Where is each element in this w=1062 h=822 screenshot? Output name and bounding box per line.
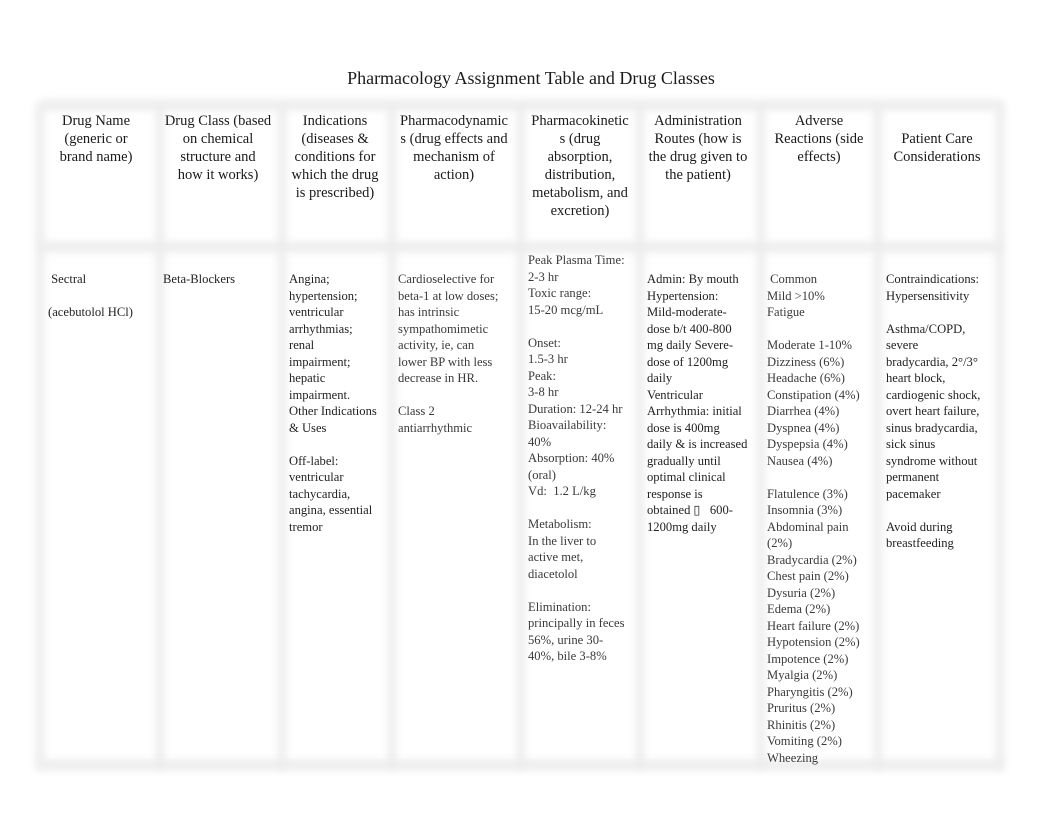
header-row-divider bbox=[40, 242, 1002, 252]
cell-pharmacodynamics: Cardioselective for beta-1 at low doses;… bbox=[398, 272, 499, 435]
table-border-right bbox=[996, 104, 1004, 770]
cell-indications: Angina; hypertension; ventricular arrhyt… bbox=[289, 272, 377, 534]
cell-adverse-reactions: Common Mild >10% Fatigue Moderate 1-10% … bbox=[767, 272, 860, 765]
header-pharmacodynamics: Pharmacodynamic s (drug effects and mech… bbox=[400, 113, 508, 183]
table-border-top bbox=[40, 100, 1002, 110]
column-divider bbox=[757, 104, 765, 770]
header-drug-name: Drug Name (generic or brand name) bbox=[59, 113, 133, 165]
column-divider bbox=[156, 104, 164, 770]
column-divider bbox=[278, 104, 286, 770]
table-border-left bbox=[36, 104, 44, 770]
document-title: Pharmacology Assignment Table and Drug C… bbox=[347, 68, 715, 88]
header-administration-routes: Administration Routes (how is the drug g… bbox=[648, 113, 748, 183]
cell-patient-care: Contraindications: Hypersensitivity Asth… bbox=[886, 272, 981, 550]
header-patient-care: Patient Care Considerations bbox=[893, 131, 981, 165]
header-adverse-reactions: Adverse Reactions (side effects) bbox=[774, 113, 864, 165]
header-indications: Indications (diseases & conditions for w… bbox=[291, 113, 379, 201]
drug-table: Drug Name (generic or brand name) Drug C… bbox=[36, 100, 1004, 770]
column-divider bbox=[388, 104, 396, 770]
cell-pharmacokinetics: Peak Plasma Time: 2-3 hr Toxic range: 15… bbox=[528, 253, 625, 663]
cell-drug-class: Beta-Blockers bbox=[163, 272, 236, 286]
header-pharmacokinetics: Pharmacokinetic s (drug absorption, dist… bbox=[531, 113, 629, 219]
header-drug-class: Drug Class (based on chemical structure … bbox=[164, 113, 272, 183]
cell-administration-routes: Admin: By mouth Hypertension: Mild-moder… bbox=[647, 272, 748, 534]
cell-drug-name: Sectral (acebutolol HCl) bbox=[48, 272, 133, 319]
column-divider bbox=[874, 104, 882, 770]
